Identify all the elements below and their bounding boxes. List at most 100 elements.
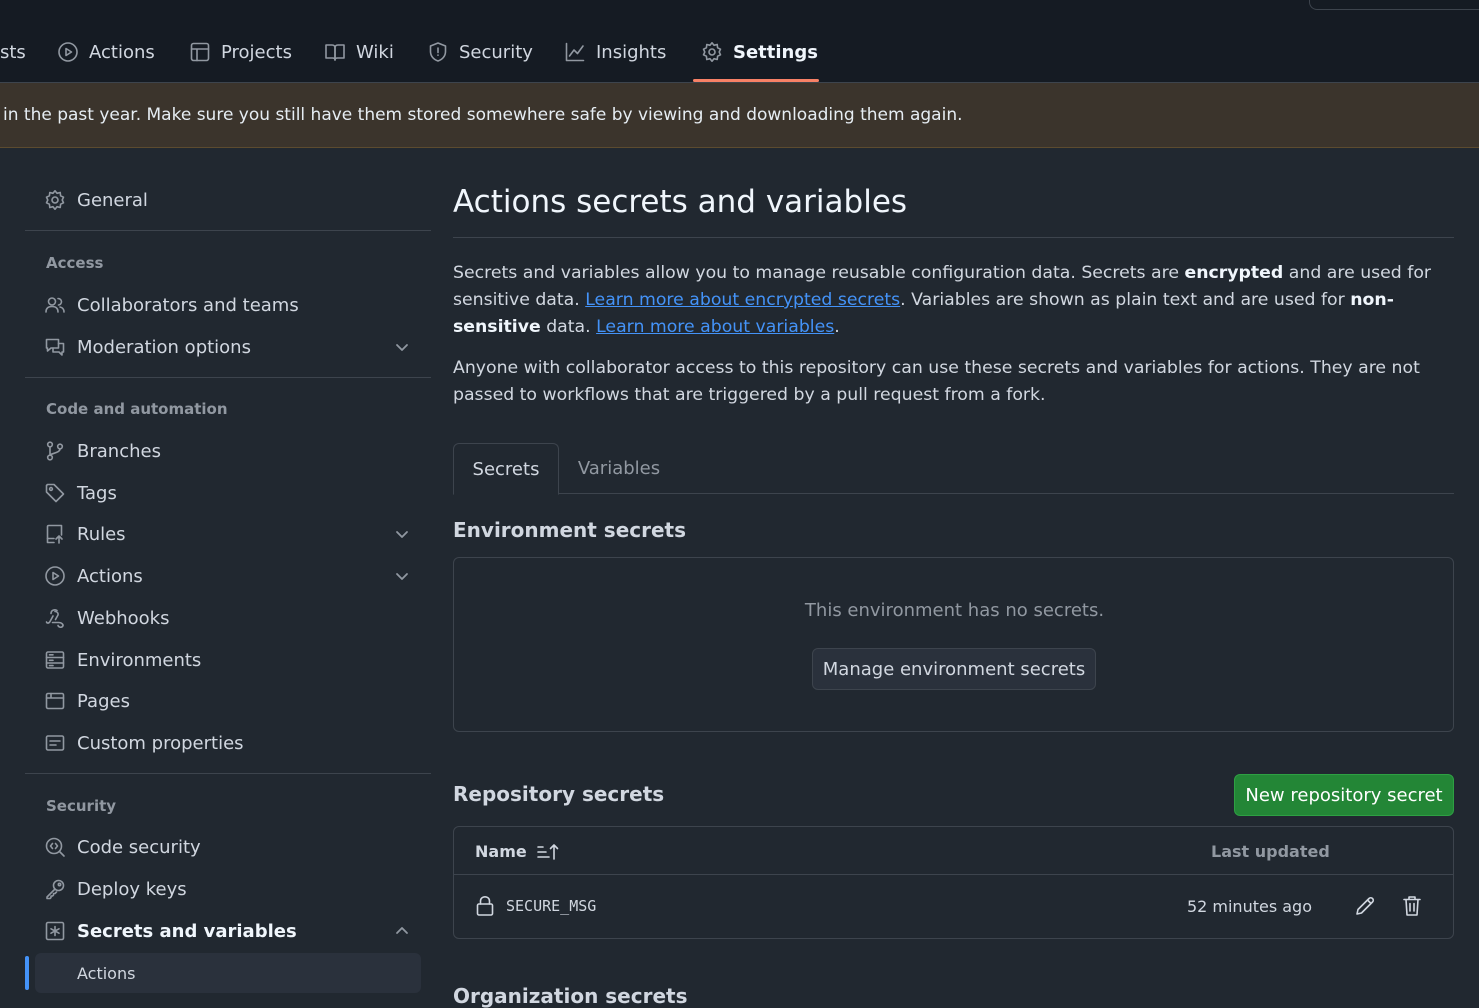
key-icon: [46, 879, 65, 900]
page-title: Actions secrets and variables: [453, 184, 908, 220]
comment-discussion-icon: [45, 338, 65, 356]
server-icon: [45, 651, 65, 669]
sidebar-heading-security: Security: [46, 797, 117, 815]
sidebar-item-tags[interactable]: Tags: [25, 475, 431, 511]
column-header-name[interactable]: Name: [475, 842, 559, 861]
tab-label: Actions: [89, 41, 155, 63]
sidebar-item-label: Custom properties: [77, 732, 244, 754]
sidebar-item-label: Code security: [77, 836, 201, 858]
sidebar-subitem-actions[interactable]: Actions: [35, 953, 421, 993]
column-label: Name: [475, 842, 527, 861]
sidebar-item-label: General: [77, 189, 148, 211]
intro-bold-encrypted: encrypted: [1184, 263, 1284, 283]
sidebar-item-deploy-keys[interactable]: Deploy keys: [25, 871, 431, 907]
play-circle-icon: [45, 566, 65, 586]
sidebar-item-actions[interactable]: Actions: [25, 558, 431, 594]
gear-icon: [702, 42, 722, 62]
tab-projects[interactable]: Projects: [189, 35, 292, 69]
button-label: New repository secret: [1245, 784, 1443, 806]
tab-pull-requests[interactable]: sts: [0, 35, 26, 69]
sidebar-item-label: Deploy keys: [77, 878, 187, 900]
tab-variables[interactable]: Variables: [559, 443, 679, 494]
sidebar-item-label: Webhooks: [77, 607, 170, 629]
codescan-icon: [45, 837, 65, 857]
intro-text: .: [834, 317, 840, 337]
sidebar-item-secrets-and-variables[interactable]: Secrets and variables: [25, 913, 431, 949]
tab-settings[interactable]: Settings: [701, 35, 818, 69]
tab-label: Settings: [733, 41, 818, 63]
intro-paragraph: Secrets and variables allow you to manag…: [453, 260, 1458, 341]
graph-icon: [565, 42, 585, 62]
banner-text: in the past year. Make sure you still ha…: [3, 105, 963, 125]
sidebar-divider: [25, 230, 431, 231]
sidebar-divider: [25, 773, 431, 774]
sidebar-item-moderation[interactable]: Moderation options: [25, 329, 431, 365]
webhook-icon: [45, 609, 64, 629]
manage-environment-secrets-button[interactable]: Manage environment secrets: [812, 648, 1096, 690]
tab-label: Wiki: [356, 41, 394, 63]
sidebar-heading-access: Access: [46, 254, 104, 272]
secret-name: SECURE_MSG: [506, 897, 597, 915]
sidebar-item-label: Secrets and variables: [77, 920, 297, 942]
shield-icon: [429, 42, 447, 62]
intro-text: . Variables are shown as plain text and …: [900, 290, 1351, 310]
repository-secrets-title: Repository secrets: [453, 782, 665, 806]
top-right-control[interactable]: [1309, 0, 1479, 10]
button-label: Manage environment secrets: [822, 658, 1086, 680]
sidebar-item-pages[interactable]: Pages: [25, 683, 431, 719]
learn-more-variables-link[interactable]: Learn more about variables: [596, 317, 834, 337]
pencil-icon[interactable]: [1354, 895, 1376, 917]
tab-label: sts: [0, 41, 26, 63]
tab-insights[interactable]: Insights: [564, 35, 666, 69]
sidebar-item-custom-properties[interactable]: Custom properties: [25, 725, 431, 761]
sidebar-item-label: Moderation options: [77, 336, 251, 358]
active-tab-indicator: [693, 79, 819, 82]
tab-label: Variables: [577, 458, 661, 479]
sort-asc-icon: [536, 843, 559, 860]
sidebar-item-webhooks[interactable]: Webhooks: [25, 600, 431, 636]
title-divider: [453, 237, 1454, 238]
sidebar-item-rules[interactable]: Rules: [25, 516, 431, 552]
chevron-up-icon: [396, 927, 408, 934]
tab-label: Projects: [221, 41, 292, 63]
secret-last-updated: 52 minutes ago: [1186, 897, 1312, 916]
note-icon: [45, 735, 65, 751]
tag-icon: [45, 483, 65, 503]
book-icon: [325, 44, 345, 61]
sidebar-item-environments[interactable]: Environments: [25, 642, 431, 678]
trash-icon[interactable]: [1401, 894, 1423, 918]
tab-label: Secrets: [472, 458, 540, 480]
sidebar-item-code-security[interactable]: Code security: [25, 829, 431, 865]
lock-icon: [476, 896, 494, 916]
learn-more-secrets-link[interactable]: Learn more about encrypted secrets: [585, 290, 900, 310]
organization-secrets-title: Organization secrets: [453, 984, 688, 1008]
environment-secrets-box: This environment has no secrets. Manage …: [453, 557, 1454, 732]
tab-label: Security: [459, 41, 533, 63]
sidebar-item-branches[interactable]: Branches: [25, 433, 431, 469]
new-repository-secret-button[interactable]: New repository secret: [1234, 774, 1454, 816]
tab-secrets[interactable]: Secrets: [453, 443, 559, 495]
people-icon: [45, 297, 65, 313]
intro-text: data.: [540, 317, 597, 337]
table-icon: [190, 42, 210, 62]
sidebar-item-label: Actions: [77, 565, 143, 587]
sidebar-item-label: Rules: [77, 523, 126, 545]
sidebar-divider: [25, 377, 431, 378]
sidebar-item-label: Tags: [77, 482, 117, 504]
gear-icon: [45, 190, 65, 210]
sidebar-item-label: Collaborators and teams: [77, 294, 299, 316]
tab-wiki[interactable]: Wiki: [324, 35, 394, 69]
tab-security[interactable]: Security: [427, 35, 533, 69]
empty-state-text: This environment has no secrets.: [804, 600, 1105, 621]
access-note: Anyone with collaborator access to this …: [453, 358, 1420, 405]
table-row: SECURE_MSG 52 minutes ago: [454, 875, 1453, 939]
sidebar-item-general[interactable]: General: [25, 182, 431, 218]
repo-push-icon: [46, 524, 63, 544]
active-item-indicator: [25, 956, 29, 990]
sidebar-item-collaborators[interactable]: Collaborators and teams: [25, 287, 431, 323]
key-asterisk-icon: [45, 921, 65, 941]
sidebar-item-label: Pages: [77, 690, 130, 712]
tab-actions[interactable]: Actions: [57, 35, 155, 69]
recovery-codes-banner: in the past year. Make sure you still ha…: [0, 83, 1479, 148]
intro-text: Secrets and variables allow you to manag…: [453, 263, 1185, 283]
